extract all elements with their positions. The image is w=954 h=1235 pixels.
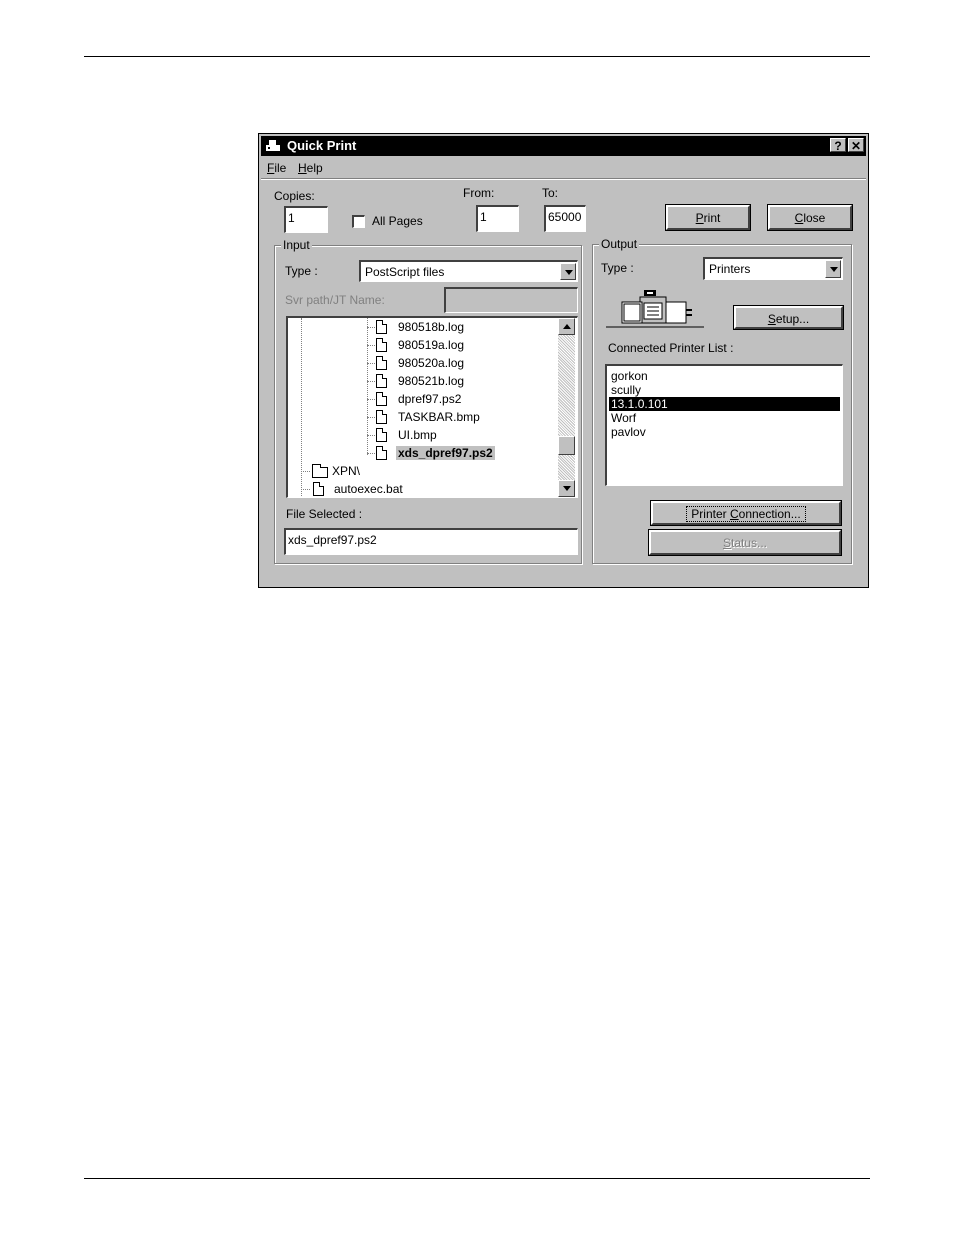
- print-button[interactable]: Print: [665, 204, 751, 231]
- tree-item-folder[interactable]: XPN\: [288, 462, 558, 480]
- status-button[interactable]: Status...: [648, 529, 842, 556]
- menu-bar: File Help: [261, 158, 866, 179]
- tree-item-label: 980519a.log: [398, 338, 465, 352]
- folder-icon: [312, 464, 328, 478]
- printer-icon: [606, 290, 704, 328]
- close-button[interactable]: Close: [767, 204, 853, 231]
- setup-button[interactable]: Setup...: [733, 305, 844, 330]
- input-type-value: PostScript files: [365, 265, 445, 279]
- input-group-title: Input: [281, 238, 312, 252]
- tree-item-file[interactable]: 980521b.log: [288, 372, 558, 390]
- tree-item-file[interactable]: dpref97.ps2: [288, 390, 558, 408]
- from-input[interactable]: 1: [476, 205, 519, 232]
- top-rule: [84, 56, 870, 57]
- file-selected-input[interactable]: xds_dpref97.ps2: [284, 528, 578, 555]
- file-selected-label: File Selected :: [286, 507, 363, 521]
- printer-list-item[interactable]: gorkon: [609, 369, 840, 383]
- document-icon: [376, 320, 387, 334]
- output-type-label: Type :: [601, 261, 634, 275]
- all-pages-checkbox[interactable]: [352, 215, 365, 228]
- copies-input[interactable]: 1: [284, 206, 328, 233]
- menu-file[interactable]: File: [267, 161, 286, 175]
- document-icon: [376, 338, 387, 352]
- printer-list-label: Connected Printer List :: [608, 341, 734, 355]
- tree-item-label: xds_dpref97.ps2: [396, 446, 495, 460]
- close-icon[interactable]: ✕: [848, 138, 864, 153]
- scroll-up-icon[interactable]: [558, 318, 575, 335]
- svr-path-label: Svr path/JT Name:: [285, 293, 385, 307]
- file-tree[interactable]: 980518b.log 980519a.log 980520a.log 9805…: [286, 316, 578, 498]
- output-type-value: Printers: [709, 262, 751, 276]
- document-icon: [376, 428, 387, 442]
- to-input[interactable]: 65000: [544, 205, 586, 232]
- help-icon[interactable]: ?: [830, 138, 846, 153]
- tree-item-label: autoexec.bat: [334, 482, 403, 496]
- tree-item-file-selected[interactable]: xds_dpref97.ps2: [288, 444, 558, 462]
- document-icon: [376, 446, 387, 460]
- printer-list[interactable]: gorkon scully 13.1.0.101 Worf pavlov: [605, 364, 843, 486]
- tree-item-file[interactable]: autoexec.bat: [288, 480, 558, 497]
- printer-list-item[interactable]: Worf: [609, 411, 840, 425]
- bottom-rule: [84, 1178, 870, 1179]
- scroll-down-icon[interactable]: [558, 480, 575, 497]
- printer-list-item-selected[interactable]: 13.1.0.101: [609, 397, 840, 411]
- to-label: To:: [542, 186, 559, 200]
- input-type-select[interactable]: PostScript files: [359, 260, 578, 282]
- tree-item-label: dpref97.ps2: [398, 392, 462, 406]
- tree-item-label: XPN\: [332, 464, 361, 478]
- output-type-select[interactable]: Printers: [703, 257, 843, 280]
- tree-item-label: UI.bmp: [398, 428, 437, 442]
- document-icon: [376, 410, 387, 424]
- tree-item-file[interactable]: 980520a.log: [288, 354, 558, 372]
- scroll-thumb[interactable]: [558, 436, 575, 455]
- printer-connection-button[interactable]: Printer Connection...: [650, 500, 842, 526]
- tree-item-label: 980520a.log: [398, 356, 465, 370]
- printer-list-item[interactable]: pavlov: [609, 425, 840, 439]
- tree-item-label: 980518b.log: [398, 320, 465, 334]
- copies-label: Copies:: [274, 189, 315, 203]
- svr-path-input: [444, 287, 578, 313]
- document-icon: [376, 374, 387, 388]
- quick-print-dialog: Quick Print ? ✕ File Help Copies: 1 All …: [258, 133, 869, 588]
- chevron-down-icon[interactable]: [560, 263, 576, 280]
- tree-item-label: TASKBAR.bmp: [398, 410, 480, 424]
- document-icon: [313, 482, 324, 496]
- window-title: Quick Print: [287, 138, 357, 153]
- tree-item-file[interactable]: 980518b.log: [288, 318, 558, 336]
- document-icon: [376, 356, 387, 370]
- tree-item-file[interactable]: 980519a.log: [288, 336, 558, 354]
- tree-item-file[interactable]: UI.bmp: [288, 426, 558, 444]
- tree-item-file[interactable]: TASKBAR.bmp: [288, 408, 558, 426]
- menu-separator: [261, 179, 866, 180]
- menu-help[interactable]: Help: [298, 161, 323, 175]
- input-type-label: Type :: [285, 264, 318, 278]
- output-group-title: Output: [599, 237, 640, 251]
- from-label: From:: [463, 186, 495, 200]
- title-bar[interactable]: Quick Print ? ✕: [261, 136, 866, 156]
- tree-scrollbar[interactable]: [558, 318, 575, 497]
- printer-list-item[interactable]: scully: [609, 383, 840, 397]
- all-pages-label: All Pages: [372, 214, 423, 228]
- app-printer-icon: [266, 140, 280, 151]
- document-icon: [376, 392, 387, 406]
- tree-item-label: 980521b.log: [398, 374, 465, 388]
- chevron-down-icon[interactable]: [825, 260, 841, 278]
